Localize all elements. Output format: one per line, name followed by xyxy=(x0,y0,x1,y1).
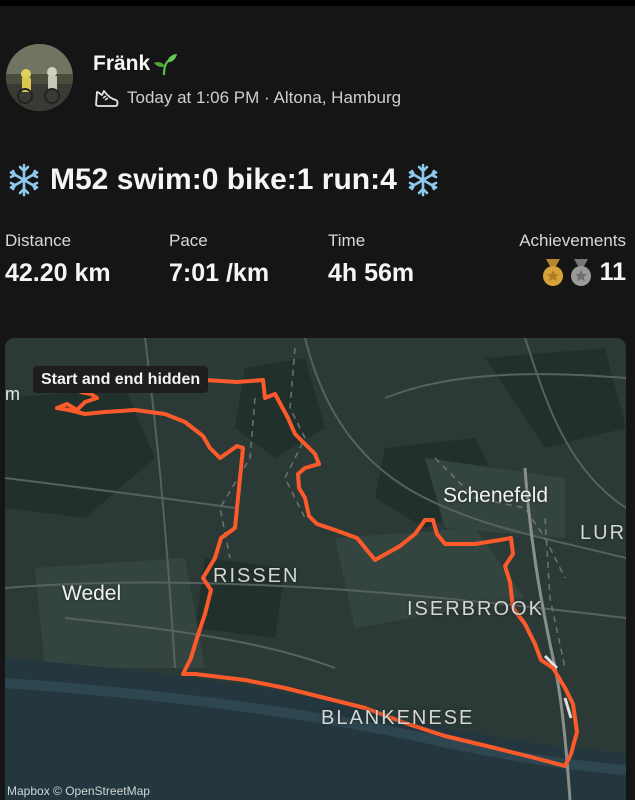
activity-meta: Today at 1:06 PM · Altona, Hamburg xyxy=(93,86,401,110)
map-edge-label: m xyxy=(5,384,20,404)
stat-distance: Distance 42.20 km xyxy=(5,231,111,288)
avatar-photo xyxy=(6,44,73,111)
place-wedel: Wedel xyxy=(62,582,122,605)
athlete-name-row[interactable]: Fränk xyxy=(93,52,178,76)
stat-achievements[interactable]: Achievements 11 xyxy=(519,231,626,287)
place-schenefeld: Schenefeld xyxy=(443,484,549,507)
stat-distance-value: 42.20 km xyxy=(5,259,111,287)
place-blankenese: BLANKENESE xyxy=(321,707,475,729)
activity-title[interactable]: M52 swim:0 bike:1 run:4 xyxy=(50,163,397,197)
snowflake-icon xyxy=(405,162,441,198)
stat-achievements-label: Achievements xyxy=(519,231,626,250)
stat-pace: Pace 7:01 /km xyxy=(169,231,269,288)
status-bar-strip xyxy=(0,0,635,6)
meta-separator: · xyxy=(264,88,270,107)
stat-distance-label: Distance xyxy=(5,231,72,250)
activity-location: Altona, Hamburg xyxy=(273,88,402,107)
athlete-name[interactable]: Fränk xyxy=(93,52,150,76)
map-attribution[interactable]: Mapbox © OpenStreetMap xyxy=(5,782,152,800)
route-map[interactable]: m Start and end hidden Schenefeld LUR We… xyxy=(5,338,626,800)
activity-title-row[interactable]: M52 swim:0 bike:1 run:4 xyxy=(6,160,441,200)
stat-pace-label: Pace xyxy=(169,231,208,250)
map-background xyxy=(5,338,626,800)
place-iserbrook: ISERBROOK xyxy=(407,598,544,620)
gold-medal-icon xyxy=(540,257,566,287)
stat-time-value: 4h 56m xyxy=(328,259,415,287)
silver-medal-icon xyxy=(568,257,594,287)
stat-pace-value: 7:01 /km xyxy=(169,259,270,287)
avatar[interactable] xyxy=(6,44,73,111)
stat-time-label: Time xyxy=(328,231,366,250)
running-shoe-icon xyxy=(93,86,119,110)
achievements-count: 11 xyxy=(599,257,626,286)
place-lur: LUR xyxy=(580,522,626,544)
activity-timestamp: Today at 1:06 PM xyxy=(127,88,260,107)
sprout-icon xyxy=(152,52,178,76)
stat-time: Time 4h 56m xyxy=(328,231,414,288)
snowflake-icon xyxy=(6,162,42,198)
start-end-hidden-badge: Start and end hidden xyxy=(33,366,209,393)
place-rissen: RISSEN xyxy=(213,565,300,587)
